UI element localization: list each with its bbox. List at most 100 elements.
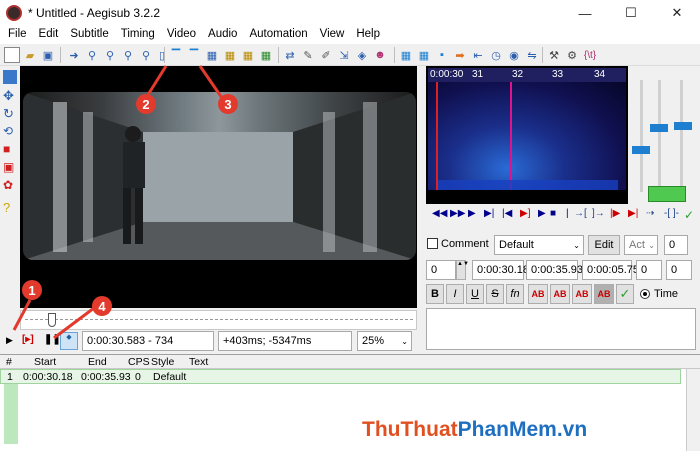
menu-automation[interactable]: Automation: [243, 26, 313, 44]
fonts-collector-icon[interactable]: ⇋: [524, 47, 540, 63]
open-folder-icon[interactable]: ▰: [22, 47, 38, 63]
next-line-icon[interactable]: ▶▶: [450, 208, 465, 219]
video-details-icon[interactable]: ▦: [240, 47, 256, 63]
tags-toggle-icon[interactable]: {\t}: [582, 47, 598, 63]
shift-times-icon[interactable]: ⇄: [282, 47, 298, 63]
prev-line-icon[interactable]: ⇤: [470, 47, 486, 63]
next-line-icon[interactable]: ➡: [452, 47, 468, 63]
bold-button[interactable]: B: [426, 284, 444, 304]
menu-edit[interactable]: Edit: [33, 26, 65, 44]
automation-icon[interactable]: ☻: [372, 47, 388, 63]
video-seek-slider[interactable]: [20, 310, 417, 330]
video-screenshot-icon[interactable]: ▦: [258, 47, 274, 63]
snap-end-to-video-icon[interactable]: ▔: [186, 47, 202, 63]
audio-spectrum-icon[interactable]: ▪: [434, 47, 450, 63]
menu-file[interactable]: File: [2, 26, 33, 44]
help-icon[interactable]: ?: [3, 200, 17, 215]
timing-postprocessor-icon[interactable]: ✎: [300, 47, 316, 63]
close-button[interactable]: ✕: [654, 0, 700, 26]
video-time-field[interactable]: 0:00:30.583 - 734: [82, 331, 214, 351]
play-before-icon[interactable]: |◀: [502, 208, 512, 219]
edit-style-button[interactable]: Edit: [588, 235, 620, 255]
italic-button[interactable]: I: [446, 284, 464, 304]
new-file-icon[interactable]: [4, 47, 20, 63]
effect-field[interactable]: 0: [664, 235, 688, 255]
jump-to-icon[interactable]: ➜: [66, 47, 82, 63]
play-selection-icon[interactable]: ▶: [468, 208, 476, 219]
underline-button[interactable]: U: [466, 284, 484, 304]
shadow-color-button[interactable]: AB: [594, 284, 614, 304]
margin-left-field[interactable]: 0: [636, 260, 662, 280]
menu-help[interactable]: Help: [350, 26, 386, 44]
layer-spin-icon[interactable]: ▲▼: [456, 260, 469, 280]
stop-icon[interactable]: ■: [550, 208, 556, 219]
play-icon[interactable]: ▶: [6, 335, 13, 346]
menu-timing[interactable]: Timing: [115, 26, 161, 44]
snap-start-to-video-icon[interactable]: ▔: [168, 47, 184, 63]
menu-view[interactable]: View: [314, 26, 351, 44]
audio-zoom-thumb[interactable]: [632, 146, 650, 154]
play-line-icon[interactable]: ◉: [506, 47, 522, 63]
commit-icon[interactable]: ⇢: [646, 208, 654, 219]
options-icon[interactable]: ⚒: [546, 47, 562, 63]
scale-tool-icon[interactable]: ■: [3, 142, 17, 156]
menu-audio[interactable]: Audio: [202, 26, 243, 44]
start-time-field[interactable]: 0:00:30.18: [472, 260, 529, 280]
save-icon[interactable]: ▣: [40, 47, 56, 63]
drag-tool-icon[interactable]: ✥: [3, 88, 17, 103]
audio-contrast-thumb[interactable]: [674, 122, 692, 130]
play-to-end-icon[interactable]: ▶: [538, 208, 546, 219]
grid-lines-icon[interactable]: ▦: [416, 47, 432, 63]
replace-icon[interactable]: ⚲: [138, 47, 154, 63]
commit-check-icon[interactable]: ✓: [616, 284, 634, 304]
outline-color-button[interactable]: AB: [572, 284, 592, 304]
selection-start-marker[interactable]: [436, 82, 438, 190]
jump-video-to-start-icon[interactable]: ▦: [204, 47, 220, 63]
minimize-button[interactable]: —: [562, 0, 608, 26]
strikeout-button[interactable]: S: [486, 284, 504, 304]
commit-check-icon[interactable]: ✓: [684, 208, 694, 222]
time-radio[interactable]: [640, 289, 650, 299]
grid-lines-icon[interactable]: ▦: [398, 47, 414, 63]
subtitle-text-box[interactable]: [426, 308, 696, 350]
font-button[interactable]: fn: [506, 284, 524, 304]
play-before-icon[interactable]: |▶: [610, 208, 620, 219]
kanji-timer-icon[interactable]: ✐: [318, 47, 334, 63]
seek-thumb[interactable]: [48, 313, 56, 327]
search-icon[interactable]: ⚲: [120, 47, 136, 63]
rotate-z-icon[interactable]: ↻: [3, 106, 17, 121]
maximize-button[interactable]: ☐: [608, 0, 654, 26]
rotate-xy-icon[interactable]: ⟲: [3, 124, 17, 138]
shift-end-icon[interactable]: ]→: [592, 208, 605, 219]
play-current-line-icon[interactable]: ▶|: [484, 208, 494, 219]
play-after-icon[interactable]: ▶|: [628, 208, 638, 219]
duration-field[interactable]: 0:00:05.75: [582, 260, 639, 280]
hotkeys-icon[interactable]: ⚙: [564, 47, 580, 63]
zoom-in-icon[interactable]: ⚲: [84, 47, 100, 63]
jump-video-to-end-icon[interactable]: ▦: [222, 47, 238, 63]
vector-clip-icon[interactable]: ✿: [3, 178, 17, 192]
play-line-icon[interactable]: [▸]: [22, 334, 34, 345]
resample-icon[interactable]: ⇲: [336, 47, 352, 63]
end-time-field[interactable]: 0:00:35.93: [526, 260, 583, 280]
zoom-out-icon[interactable]: ⚲: [102, 47, 118, 63]
standard-tool-icon[interactable]: [3, 70, 17, 84]
zoom-select[interactable]: 25% ⌄: [357, 331, 412, 351]
prev-line-icon[interactable]: ◀◀: [432, 208, 447, 219]
layer-field[interactable]: 0: [426, 260, 456, 280]
link-toggle-icon[interactable]: [648, 186, 686, 202]
grid-scrollbar[interactable]: [686, 369, 700, 451]
audio-volume-thumb[interactable]: [650, 124, 668, 132]
bracket-icon[interactable]: -[ ]-: [664, 208, 679, 219]
pause-icon[interactable]: ❚❚: [44, 334, 61, 345]
comment-checkbox[interactable]: [427, 238, 438, 249]
menu-subtitle[interactable]: Subtitle: [64, 26, 114, 44]
shift-start-icon[interactable]: →[: [574, 208, 587, 219]
secondary-color-button[interactable]: AB: [550, 284, 570, 304]
clock-icon[interactable]: ◷: [488, 47, 504, 63]
style-select[interactable]: Default ⌄: [494, 235, 584, 255]
primary-color-button[interactable]: AB: [528, 284, 548, 304]
margin-right-field[interactable]: 0: [666, 260, 692, 280]
menu-video[interactable]: Video: [161, 26, 202, 44]
auto-scroll-toggle-icon[interactable]: ◆: [60, 332, 78, 350]
